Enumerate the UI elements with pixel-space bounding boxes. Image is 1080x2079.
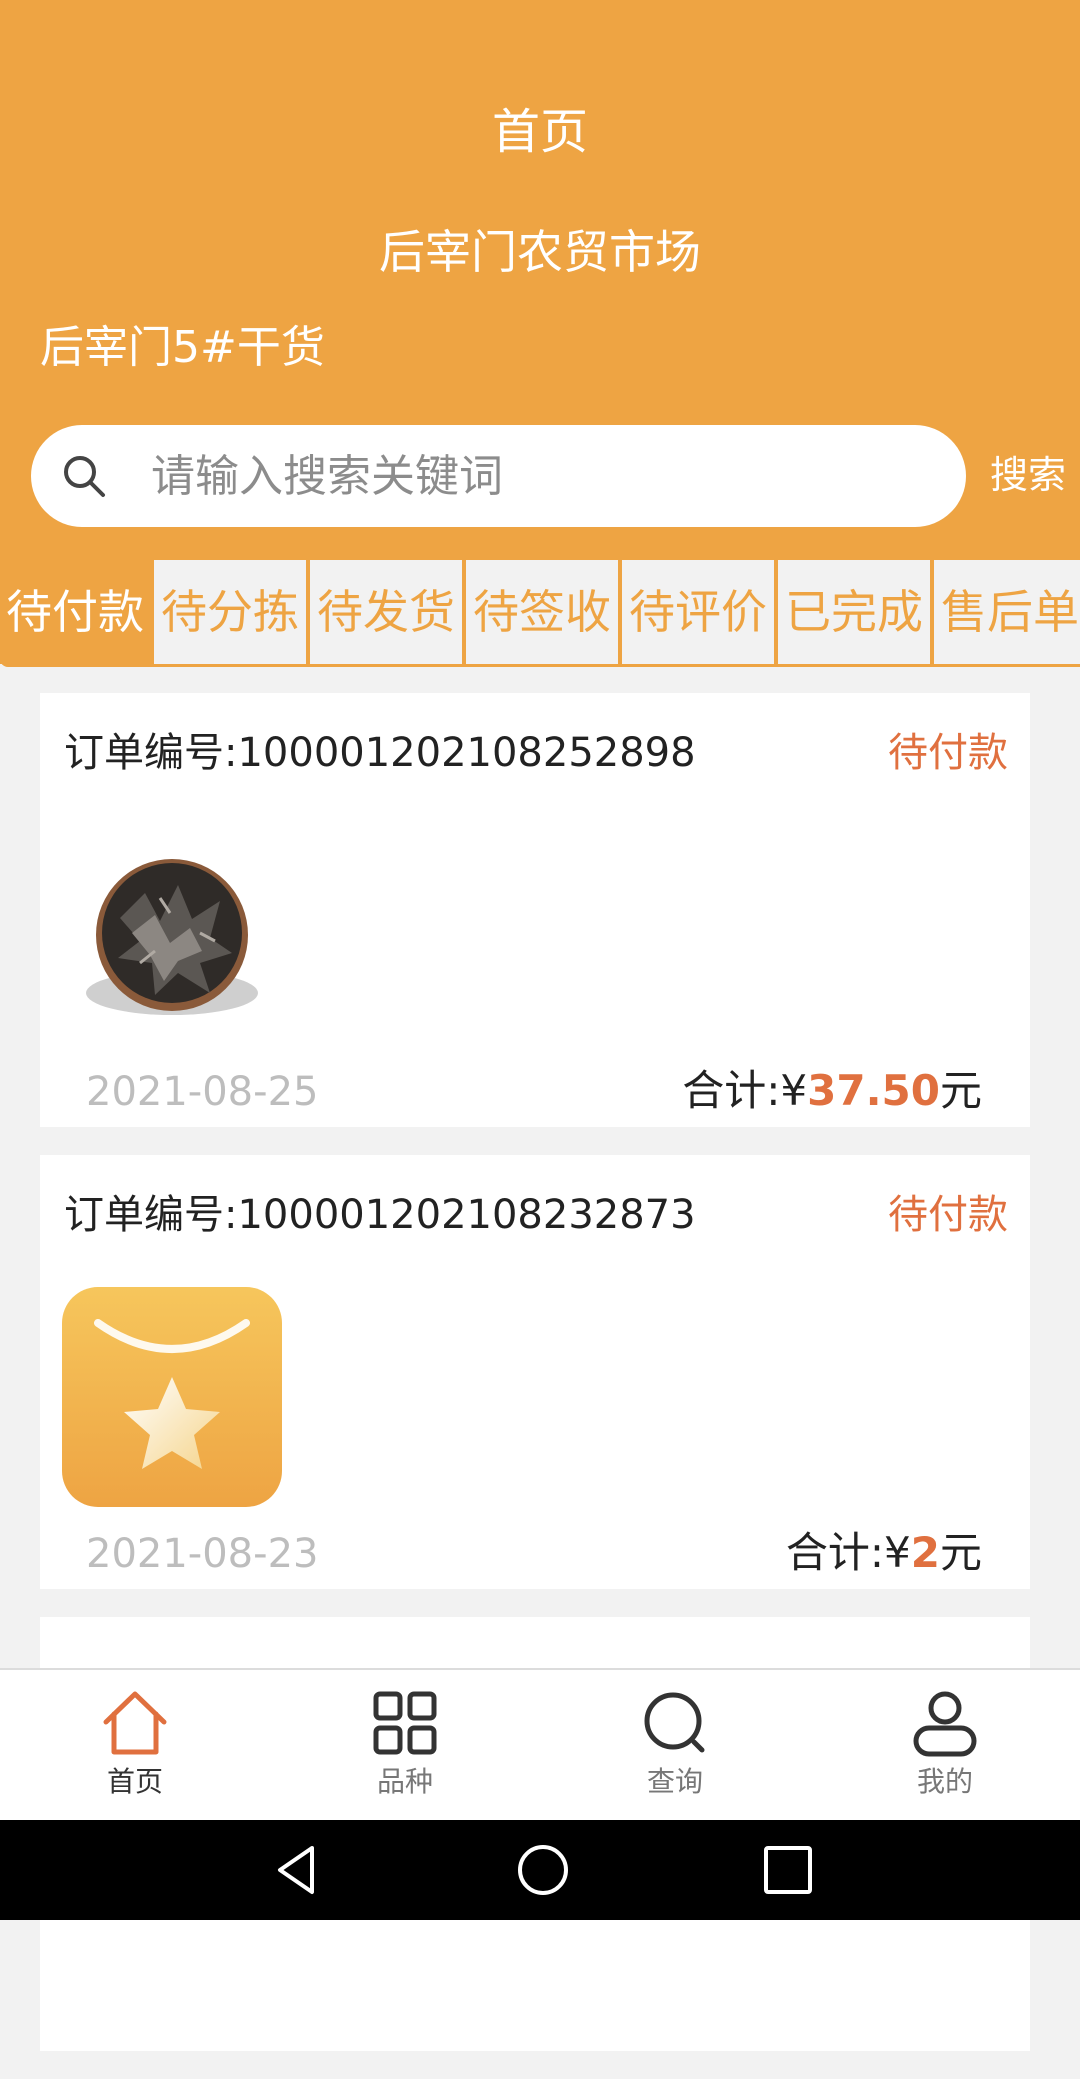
order-status: 待付款: [888, 1192, 1008, 1238]
system-nav-bar: [0, 1820, 1080, 1920]
tab-pending-receipt[interactable]: 待签收: [466, 560, 618, 664]
home-button-icon[interactable]: [515, 1842, 571, 1898]
user-icon: [913, 1691, 977, 1757]
home-icon: [103, 1691, 167, 1755]
order-amount: 37.50: [807, 1066, 940, 1115]
tab-pending-review[interactable]: 待评价: [622, 560, 774, 664]
search-icon: [64, 456, 105, 497]
nav-home[interactable]: 首页: [0, 1670, 270, 1822]
currency-unit: 元: [939, 1066, 982, 1115]
tab-pending-sorting[interactable]: 待分拣: [154, 560, 306, 664]
order-card[interactable]: 订单编号:100001202108232873 待付款 2021-08-23 合…: [40, 1155, 1030, 1589]
nav-label-home: 首页: [106, 1765, 163, 1798]
nav-query[interactable]: 查询: [540, 1670, 810, 1822]
search-input[interactable]: [119, 425, 939, 527]
page-title: 首页: [491, 104, 588, 160]
currency-unit: 元: [939, 1528, 982, 1577]
back-icon[interactable]: [270, 1842, 326, 1898]
nav-label-varieties: 品种: [376, 1765, 433, 1798]
order-number: 订单编号:100001202108232873: [64, 1187, 696, 1243]
recent-apps-icon[interactable]: [760, 1842, 816, 1898]
currency-symbol: ¥: [780, 1066, 808, 1115]
order-number-label: 订单编号:: [64, 730, 238, 776]
order-number: 订单编号:100001202108252898: [64, 725, 696, 781]
tab-completed[interactable]: 已完成: [778, 560, 930, 664]
search-button[interactable]: 搜索: [990, 445, 1066, 505]
order-date: 2021-08-23: [86, 1531, 319, 1577]
order-number-value: 100001202108232873: [237, 1192, 696, 1238]
order-number-value: 100001202108252898: [237, 730, 696, 776]
order-status-tabs: 待付款 待分拣 待发货 待签收 待评价 已完成 售后单: [0, 560, 1080, 664]
nav-mine[interactable]: 我的: [810, 1670, 1080, 1822]
order-status: 待付款: [888, 730, 1008, 776]
market-name: 后宰门农贸市场: [379, 225, 701, 279]
tab-pending-payment[interactable]: 待付款: [0, 560, 150, 664]
tab-pending-shipment[interactable]: 待发货: [310, 560, 462, 664]
total-label: 合计:: [785, 1528, 885, 1577]
dried-black-fungus-image[interactable]: [60, 823, 284, 1047]
order-card[interactable]: 订单编号:100001202108252898 待付款 2021-08-25 合…: [40, 693, 1030, 1127]
shop-name: 后宰门5#干货: [40, 322, 325, 373]
nav-label-query: 查询: [646, 1765, 703, 1798]
search-icon: [644, 1692, 705, 1753]
order-number-label: 订单编号:: [64, 1192, 238, 1238]
currency-symbol: ¥: [884, 1528, 911, 1577]
grid-icon: [373, 1691, 437, 1755]
order-amount: 2: [910, 1528, 940, 1577]
tab-after-sales[interactable]: 售后单: [934, 560, 1080, 664]
bottom-nav: 首页 品种 查询 我的: [0, 1668, 1080, 1822]
total-label: 合计:: [682, 1066, 781, 1115]
nav-label-mine: 我的: [916, 1765, 973, 1798]
nav-varieties[interactable]: 品种: [270, 1670, 540, 1822]
order-total: 合计:¥2元: [786, 1525, 982, 1581]
search-box[interactable]: [31, 425, 966, 527]
header: 首页 后宰门农贸市场 后宰门5#干货 搜索 待付款 待分拣 待发货 待签收 待评…: [0, 0, 1080, 667]
order-date: 2021-08-25: [86, 1069, 319, 1115]
order-total: 合计:¥37.50元: [682, 1063, 982, 1119]
placeholder-star-app-icon[interactable]: [60, 1285, 284, 1509]
